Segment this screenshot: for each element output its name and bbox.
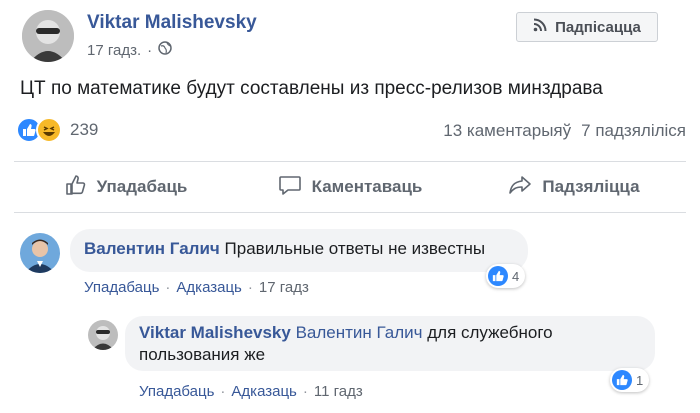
thumbs-up-icon — [65, 174, 87, 201]
share-label: Падзяліцца — [542, 177, 640, 196]
comment-actions: Упадабаць · Адказаць · 17 гадз — [84, 279, 309, 296]
subscribe-label: Падпісацца — [555, 18, 641, 36]
like-reaction-icon — [612, 370, 632, 390]
share-button[interactable]: Падзяліцца — [462, 162, 686, 212]
post-time[interactable]: 17 гадз. — [87, 42, 141, 59]
haha-reaction-icon — [36, 117, 62, 143]
share-arrow-icon — [508, 174, 532, 201]
reactions-count: 239 — [70, 120, 99, 139]
commenter-avatar[interactable] — [20, 233, 60, 273]
like-count: 4 — [512, 268, 520, 284]
reply-author-avatar[interactable] — [88, 320, 118, 350]
reply-author[interactable]: Viktar Malishevsky — [139, 323, 291, 342]
separator-dot: · — [247, 279, 253, 296]
comment-bubble: Валентин Галич Правильные ответы не изве… — [70, 229, 528, 272]
separator-dot: · — [147, 41, 153, 59]
reply-like-link[interactable]: Упадабаць — [139, 383, 214, 400]
like-label: Упадабаць — [96, 177, 188, 196]
comment-label: Каментаваць — [311, 177, 423, 196]
reply-reply-link[interactable]: Адказаць — [231, 383, 296, 400]
comment-like-count[interactable]: 4 — [486, 264, 526, 288]
post-action-bar: Упадабаць Каментаваць Падзяліцца — [14, 161, 686, 213]
comment-text: Правильные ответы не известны — [224, 239, 486, 258]
engagement-counts: 13 каментарыяў 7 падзяліліся — [443, 121, 686, 141]
reply-mention[interactable]: Валентин Галич — [296, 323, 423, 342]
reply-time[interactable]: 11 гадз — [314, 383, 363, 400]
post-meta: 17 гадз. · — [87, 41, 172, 59]
author-avatar[interactable] — [22, 10, 74, 62]
reactions-summary[interactable]: 239 — [16, 117, 98, 143]
rss-icon — [533, 18, 547, 36]
like-count: 1 — [636, 372, 644, 388]
like-button[interactable]: Упадабаць — [14, 162, 238, 212]
like-reaction-icon — [488, 266, 508, 286]
speech-bubble-icon — [278, 174, 302, 201]
reply-like-count[interactable]: 1 — [610, 368, 650, 392]
comment-author[interactable]: Валентин Галич — [84, 239, 220, 258]
shares-count[interactable]: 7 падзяліліся — [581, 121, 686, 141]
comment-reply-link[interactable]: Адказаць — [176, 279, 241, 296]
separator-dot: · — [220, 383, 226, 400]
reply-bubble: Viktar Malishevsky Валентин Галич для сл… — [125, 316, 655, 371]
globe-icon — [158, 41, 172, 59]
separator-dot: · — [165, 279, 171, 296]
post-author-name[interactable]: Viktar Malishevsky — [87, 12, 257, 34]
comment-button[interactable]: Каментаваць — [238, 162, 462, 212]
comment-like-link[interactable]: Упадабаць — [84, 279, 159, 296]
post-text: ЦТ по математике будут составлены из пре… — [20, 78, 603, 99]
reply-actions: Упадабаць · Адказаць · 11 гадз — [139, 383, 363, 400]
subscribe-button[interactable]: Падпісацца — [516, 12, 658, 42]
comment-time[interactable]: 17 гадз — [259, 279, 309, 296]
separator-dot: · — [302, 383, 308, 400]
comments-count[interactable]: 13 каментарыяў — [443, 121, 571, 141]
